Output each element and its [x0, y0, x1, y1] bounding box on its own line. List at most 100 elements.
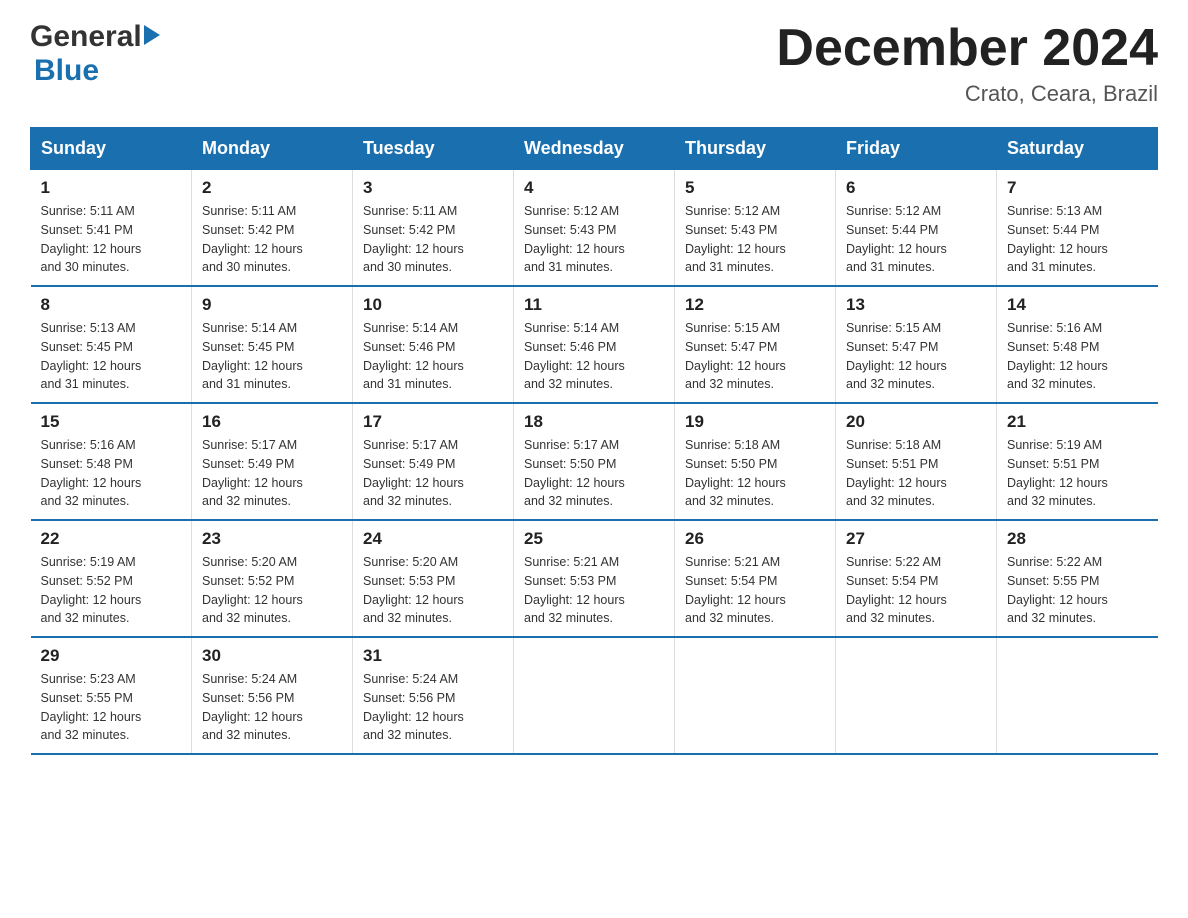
logo-line-blue: Blue [30, 54, 99, 88]
header-monday: Monday [192, 128, 353, 170]
day-number: 4 [524, 178, 664, 198]
header-wednesday: Wednesday [514, 128, 675, 170]
calendar-cell: 11 Sunrise: 5:14 AM Sunset: 5:46 PM Dayl… [514, 286, 675, 403]
calendar-cell: 30 Sunrise: 5:24 AM Sunset: 5:56 PM Dayl… [192, 637, 353, 754]
calendar-cell: 17 Sunrise: 5:17 AM Sunset: 5:49 PM Dayl… [353, 403, 514, 520]
day-info: Sunrise: 5:13 AM Sunset: 5:44 PM Dayligh… [1007, 202, 1148, 277]
logo-triangle-icon [144, 25, 160, 50]
logo: General Blue [30, 20, 160, 88]
day-number: 23 [202, 529, 342, 549]
day-number: 11 [524, 295, 664, 315]
day-number: 5 [685, 178, 825, 198]
calendar-cell: 28 Sunrise: 5:22 AM Sunset: 5:55 PM Dayl… [997, 520, 1158, 637]
calendar-body: 1 Sunrise: 5:11 AM Sunset: 5:41 PM Dayli… [31, 170, 1158, 755]
page-header: General Blue December 2024 Crato, Ceara,… [30, 20, 1158, 107]
day-number: 7 [1007, 178, 1148, 198]
calendar-cell: 24 Sunrise: 5:20 AM Sunset: 5:53 PM Dayl… [353, 520, 514, 637]
calendar-cell: 7 Sunrise: 5:13 AM Sunset: 5:44 PM Dayli… [997, 170, 1158, 287]
title-area: December 2024 Crato, Ceara, Brazil [776, 20, 1158, 107]
calendar-cell: 20 Sunrise: 5:18 AM Sunset: 5:51 PM Dayl… [836, 403, 997, 520]
day-info: Sunrise: 5:23 AM Sunset: 5:55 PM Dayligh… [41, 670, 182, 745]
day-info: Sunrise: 5:22 AM Sunset: 5:54 PM Dayligh… [846, 553, 986, 628]
day-info: Sunrise: 5:14 AM Sunset: 5:46 PM Dayligh… [363, 319, 503, 394]
day-number: 25 [524, 529, 664, 549]
logo-line-general: General [30, 20, 160, 54]
day-info: Sunrise: 5:20 AM Sunset: 5:52 PM Dayligh… [202, 553, 342, 628]
calendar-subtitle: Crato, Ceara, Brazil [776, 81, 1158, 107]
day-info: Sunrise: 5:24 AM Sunset: 5:56 PM Dayligh… [202, 670, 342, 745]
calendar-cell: 5 Sunrise: 5:12 AM Sunset: 5:43 PM Dayli… [675, 170, 836, 287]
day-info: Sunrise: 5:18 AM Sunset: 5:50 PM Dayligh… [685, 436, 825, 511]
calendar-cell: 3 Sunrise: 5:11 AM Sunset: 5:42 PM Dayli… [353, 170, 514, 287]
calendar-week-1: 1 Sunrise: 5:11 AM Sunset: 5:41 PM Dayli… [31, 170, 1158, 287]
calendar-cell [997, 637, 1158, 754]
logo-blue-text: Blue [34, 54, 99, 88]
day-number: 15 [41, 412, 182, 432]
day-number: 27 [846, 529, 986, 549]
day-info: Sunrise: 5:13 AM Sunset: 5:45 PM Dayligh… [41, 319, 182, 394]
header-saturday: Saturday [997, 128, 1158, 170]
day-info: Sunrise: 5:19 AM Sunset: 5:52 PM Dayligh… [41, 553, 182, 628]
day-number: 9 [202, 295, 342, 315]
day-info: Sunrise: 5:17 AM Sunset: 5:49 PM Dayligh… [202, 436, 342, 511]
day-number: 13 [846, 295, 986, 315]
day-number: 2 [202, 178, 342, 198]
day-number: 1 [41, 178, 182, 198]
calendar-cell: 27 Sunrise: 5:22 AM Sunset: 5:54 PM Dayl… [836, 520, 997, 637]
calendar-cell: 21 Sunrise: 5:19 AM Sunset: 5:51 PM Dayl… [997, 403, 1158, 520]
calendar-week-4: 22 Sunrise: 5:19 AM Sunset: 5:52 PM Dayl… [31, 520, 1158, 637]
day-info: Sunrise: 5:17 AM Sunset: 5:50 PM Dayligh… [524, 436, 664, 511]
day-info: Sunrise: 5:12 AM Sunset: 5:44 PM Dayligh… [846, 202, 986, 277]
calendar-cell: 8 Sunrise: 5:13 AM Sunset: 5:45 PM Dayli… [31, 286, 192, 403]
calendar-cell: 31 Sunrise: 5:24 AM Sunset: 5:56 PM Dayl… [353, 637, 514, 754]
day-number: 19 [685, 412, 825, 432]
day-info: Sunrise: 5:12 AM Sunset: 5:43 PM Dayligh… [524, 202, 664, 277]
day-info: Sunrise: 5:14 AM Sunset: 5:45 PM Dayligh… [202, 319, 342, 394]
day-number: 3 [363, 178, 503, 198]
calendar-cell: 12 Sunrise: 5:15 AM Sunset: 5:47 PM Dayl… [675, 286, 836, 403]
calendar-cell: 13 Sunrise: 5:15 AM Sunset: 5:47 PM Dayl… [836, 286, 997, 403]
day-number: 21 [1007, 412, 1148, 432]
day-number: 8 [41, 295, 182, 315]
calendar-cell [514, 637, 675, 754]
calendar-cell: 19 Sunrise: 5:18 AM Sunset: 5:50 PM Dayl… [675, 403, 836, 520]
calendar-table: Sunday Monday Tuesday Wednesday Thursday… [30, 127, 1158, 755]
header-friday: Friday [836, 128, 997, 170]
calendar-week-3: 15 Sunrise: 5:16 AM Sunset: 5:48 PM Dayl… [31, 403, 1158, 520]
day-number: 28 [1007, 529, 1148, 549]
day-number: 16 [202, 412, 342, 432]
calendar-cell [836, 637, 997, 754]
day-number: 26 [685, 529, 825, 549]
calendar-cell: 16 Sunrise: 5:17 AM Sunset: 5:49 PM Dayl… [192, 403, 353, 520]
day-number: 14 [1007, 295, 1148, 315]
calendar-cell: 2 Sunrise: 5:11 AM Sunset: 5:42 PM Dayli… [192, 170, 353, 287]
calendar-cell: 9 Sunrise: 5:14 AM Sunset: 5:45 PM Dayli… [192, 286, 353, 403]
day-info: Sunrise: 5:15 AM Sunset: 5:47 PM Dayligh… [685, 319, 825, 394]
day-info: Sunrise: 5:11 AM Sunset: 5:41 PM Dayligh… [41, 202, 182, 277]
header-tuesday: Tuesday [353, 128, 514, 170]
day-info: Sunrise: 5:11 AM Sunset: 5:42 PM Dayligh… [202, 202, 342, 277]
calendar-cell: 25 Sunrise: 5:21 AM Sunset: 5:53 PM Dayl… [514, 520, 675, 637]
calendar-cell: 10 Sunrise: 5:14 AM Sunset: 5:46 PM Dayl… [353, 286, 514, 403]
day-number: 20 [846, 412, 986, 432]
calendar-cell: 18 Sunrise: 5:17 AM Sunset: 5:50 PM Dayl… [514, 403, 675, 520]
day-info: Sunrise: 5:16 AM Sunset: 5:48 PM Dayligh… [41, 436, 182, 511]
header-row: Sunday Monday Tuesday Wednesday Thursday… [31, 128, 1158, 170]
day-info: Sunrise: 5:21 AM Sunset: 5:53 PM Dayligh… [524, 553, 664, 628]
day-number: 31 [363, 646, 503, 666]
calendar-cell: 4 Sunrise: 5:12 AM Sunset: 5:43 PM Dayli… [514, 170, 675, 287]
calendar-cell: 26 Sunrise: 5:21 AM Sunset: 5:54 PM Dayl… [675, 520, 836, 637]
day-info: Sunrise: 5:15 AM Sunset: 5:47 PM Dayligh… [846, 319, 986, 394]
calendar-cell: 14 Sunrise: 5:16 AM Sunset: 5:48 PM Dayl… [997, 286, 1158, 403]
calendar-title: December 2024 [776, 20, 1158, 77]
day-number: 6 [846, 178, 986, 198]
calendar-header: Sunday Monday Tuesday Wednesday Thursday… [31, 128, 1158, 170]
day-info: Sunrise: 5:20 AM Sunset: 5:53 PM Dayligh… [363, 553, 503, 628]
day-number: 24 [363, 529, 503, 549]
calendar-cell: 22 Sunrise: 5:19 AM Sunset: 5:52 PM Dayl… [31, 520, 192, 637]
day-number: 17 [363, 412, 503, 432]
day-number: 18 [524, 412, 664, 432]
header-thursday: Thursday [675, 128, 836, 170]
calendar-cell: 15 Sunrise: 5:16 AM Sunset: 5:48 PM Dayl… [31, 403, 192, 520]
header-sunday: Sunday [31, 128, 192, 170]
